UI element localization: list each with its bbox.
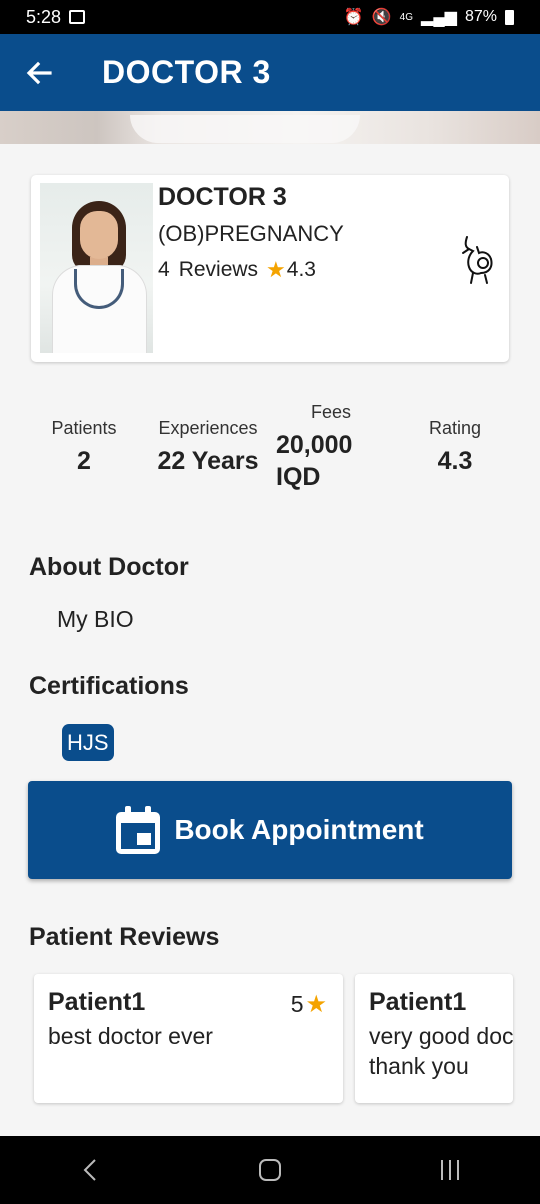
reviews-count: 4 [158, 258, 170, 281]
system-nav-bar [0, 1136, 540, 1204]
battery-icon [505, 9, 514, 25]
nav-recents-button[interactable] [410, 1136, 490, 1204]
back-button[interactable] [0, 34, 78, 111]
reviews-label: Reviews [178, 258, 259, 281]
book-appointment-button[interactable]: Book Appointment [28, 781, 512, 879]
doctor-stats: Patients 2 Experiences 22 Years Fees 20,… [0, 398, 540, 498]
status-time: 5:28 [26, 6, 62, 27]
doctor-bio: My BIO [57, 606, 134, 632]
review-text: best doctor ever [48, 1023, 213, 1049]
certifications-heading: Certifications [29, 672, 189, 700]
stat-rating-value: 4.3 [437, 447, 473, 475]
stat-patients: Patients 2 [38, 418, 130, 476]
home-icon [259, 1159, 281, 1181]
pregnancy-icon [462, 236, 493, 284]
review-rating-value: 5 [290, 991, 304, 1017]
battery-percent: 87% [464, 8, 497, 25]
stat-fees-currency: IQD [276, 463, 321, 491]
stat-patients-label: Patients [51, 418, 117, 438]
gallery-notification-icon [69, 10, 86, 24]
review-card[interactable]: Patient1 5 ★ best doctor ever [34, 974, 343, 1103]
calendar-icon [116, 806, 161, 854]
review-rating: 5 ★ [291, 990, 327, 1019]
stat-fees-label: Fees [310, 402, 352, 422]
recents-icon [441, 1160, 459, 1180]
stat-fees: Fees 20,000 IQD [268, 402, 394, 493]
stat-fees-value: 20,000 IQD [268, 429, 394, 493]
certification-chip[interactable]: HJS [62, 724, 114, 761]
stat-experiences-value: 22 Years [157, 447, 259, 475]
about-doctor-heading: About Doctor [29, 553, 189, 581]
doctor-profile-card: DOCTOR 3 (OB)PREGNANCY 4 Reviews ★ 4.3 [31, 175, 509, 362]
star-icon: ★ [266, 257, 286, 282]
nav-back-button[interactable] [50, 1136, 130, 1204]
page-title: DOCTOR 3 [102, 54, 271, 90]
review-patient-name: Patient1 [48, 988, 146, 1016]
doctor-rating: 4.3 [286, 258, 316, 281]
stat-rating: Rating 4.3 [410, 418, 500, 476]
network-type: 4G [399, 11, 414, 23]
chevron-left-icon [83, 1159, 96, 1181]
review-text: very good doctor thank you [369, 1023, 513, 1079]
patient-reviews-heading: Patient Reviews [29, 923, 220, 951]
star-icon: ★ [305, 991, 327, 1018]
doctor-reviews-summary: 4 Reviews ★ 4.3 [158, 257, 316, 283]
book-appointment-label: Book Appointment [174, 814, 424, 845]
stat-patients-value: 2 [77, 447, 91, 475]
stat-fees-amount: 20,000 [276, 431, 353, 459]
stat-experiences-label: Experiences [158, 418, 258, 438]
arrow-left-icon [26, 61, 52, 84]
doctor-name: DOCTOR 3 [158, 183, 287, 211]
status-icons: ⏰ 🔇 4G ▂▄▆ 87% [344, 7, 514, 27]
doctor-photo [40, 183, 153, 353]
app-bar: DOCTOR 3 [0, 34, 540, 111]
mute-icon: 🔇 [371, 9, 392, 26]
review-card[interactable]: Patient1 very good doctor thank you [355, 974, 513, 1103]
nav-home-button[interactable] [230, 1136, 310, 1204]
stat-rating-label: Rating [428, 418, 482, 438]
hero-image [0, 111, 540, 144]
stat-experiences: Experiences 22 Years [148, 418, 268, 476]
status-bar: 5:28 ⏰ 🔇 4G ▂▄▆ 87% [0, 0, 540, 34]
review-patient-name: Patient1 [369, 988, 467, 1016]
signal-icon: ▂▄▆ [421, 9, 457, 26]
doctor-specialty: (OB)PREGNANCY [158, 221, 344, 246]
alarm-icon: ⏰ [343, 9, 364, 26]
